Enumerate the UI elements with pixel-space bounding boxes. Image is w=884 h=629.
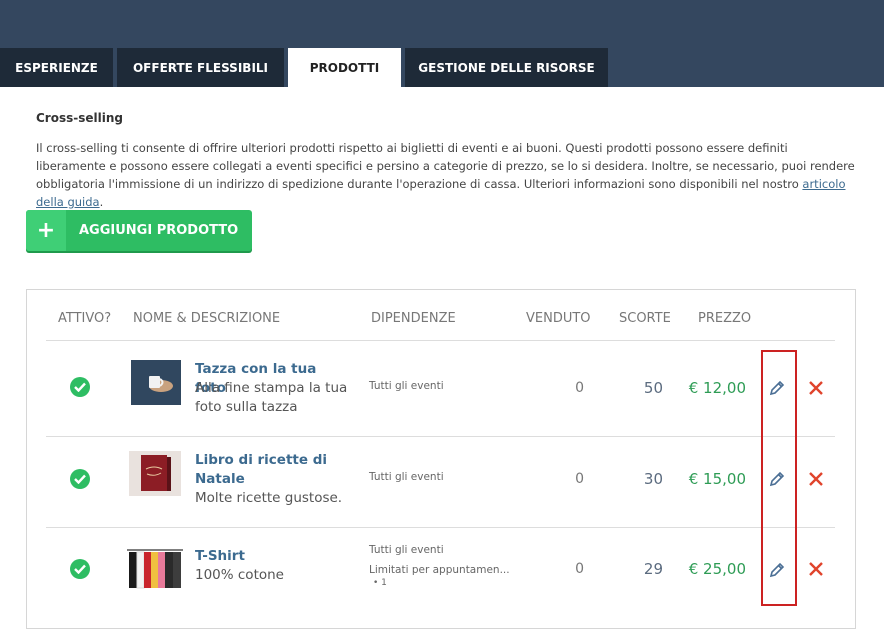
row-divider: [46, 527, 835, 528]
delete-x-icon[interactable]: [807, 560, 825, 578]
section-description: Il cross-selling ti consente di offrire …: [36, 139, 856, 211]
product-image-tshirts: [125, 546, 185, 591]
price-value: € 12,00: [688, 379, 746, 397]
product-description: Molte ricette gustose.: [195, 490, 343, 506]
product-name[interactable]: Libro di ricette di Natale: [195, 451, 335, 489]
sold-count: 0: [575, 471, 584, 487]
active-check-icon[interactable]: [70, 559, 90, 579]
dependency-text-limited: Limitati per appuntamen...: [369, 564, 510, 576]
sold-count: 0: [575, 561, 584, 577]
dependency-sub-item: • 1: [373, 578, 387, 588]
header-sold: VENDUTO: [526, 311, 591, 326]
product-image-recipe-book: [129, 451, 181, 496]
add-product-button[interactable]: + AGGIUNGI PRODOTTO: [26, 210, 252, 251]
tab-offerte-flessibili[interactable]: OFFERTE FLESSIBILI: [117, 48, 284, 87]
sold-count: 0: [575, 380, 584, 396]
price-value: € 15,00: [688, 470, 746, 488]
price-value: € 25,00: [688, 560, 746, 578]
tab-bar: ESPERIENZE OFFERTE FLESSIBILI PRODOTTI G…: [0, 48, 612, 87]
header-deps: DIPENDENZE: [371, 311, 456, 326]
header-active: ATTIVO?: [58, 311, 112, 326]
product-name[interactable]: T-Shirt: [195, 547, 335, 566]
tab-prodotti[interactable]: PRODOTTI: [288, 48, 401, 87]
active-check-icon[interactable]: [70, 469, 90, 489]
row-divider: [46, 436, 835, 437]
header-stock: SCORTE: [619, 311, 671, 326]
header-name: NOME & DESCRIZIONE: [133, 311, 281, 326]
dependency-text: Tutti gli eventi: [369, 544, 444, 556]
delete-x-icon[interactable]: [807, 379, 825, 397]
dependency-text: Tutti gli eventi: [369, 471, 444, 483]
stock-count: 30: [643, 470, 663, 488]
product-description: 100% cotone: [195, 567, 284, 583]
tab-gestione-risorse[interactable]: GESTIONE DELLE RISORSE: [405, 48, 608, 87]
stock-count: 50: [643, 379, 663, 397]
description-end: .: [99, 195, 104, 209]
product-description: Alla fine stampa la tua foto sulla tazza: [195, 380, 348, 415]
section-title: Cross-selling: [36, 111, 123, 125]
add-product-label: AGGIUNGI PRODOTTO: [79, 223, 239, 238]
product-image-mug: [131, 360, 181, 405]
dependency-text: Tutti gli eventi: [369, 380, 444, 392]
edit-column-highlight: [761, 350, 797, 606]
plus-icon: +: [26, 210, 66, 251]
stock-count: 29: [643, 560, 663, 578]
active-check-icon[interactable]: [70, 377, 90, 397]
row-divider: [46, 340, 835, 341]
tab-esperienze[interactable]: ESPERIENZE: [0, 48, 113, 87]
delete-x-icon[interactable]: [807, 470, 825, 488]
header-price: PREZZO: [698, 311, 752, 326]
description-text: Il cross-selling ti consente di offrire …: [36, 141, 855, 191]
